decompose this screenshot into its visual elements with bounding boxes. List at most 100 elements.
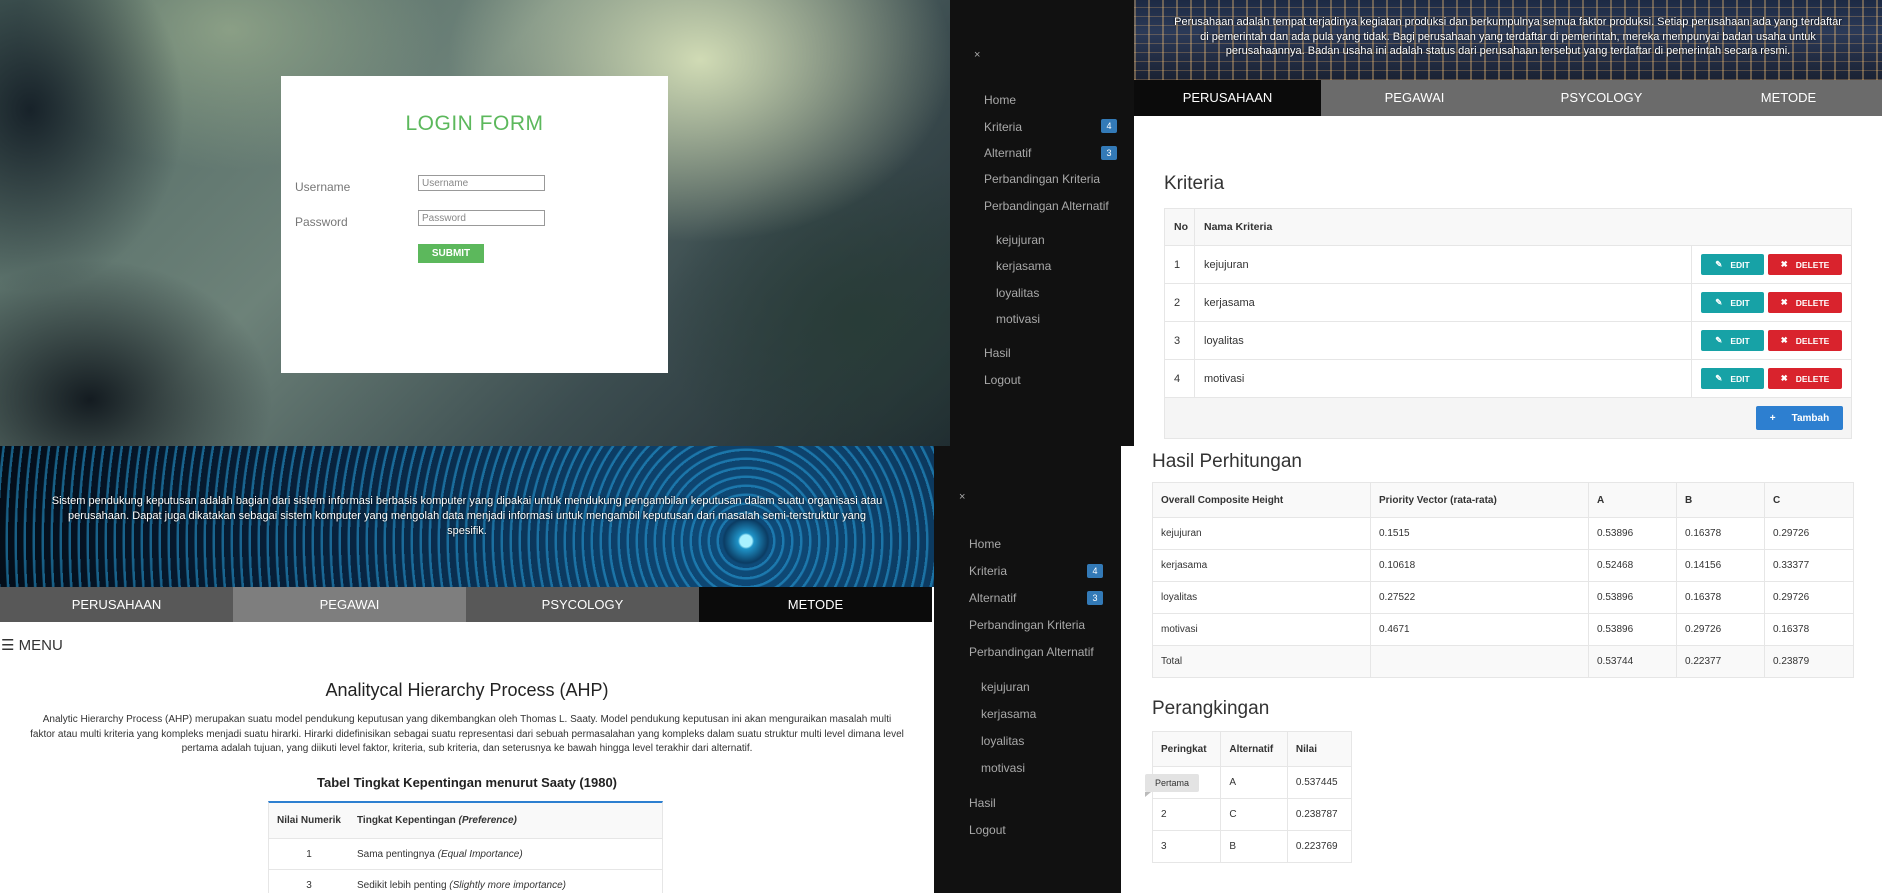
sidebar-sub-kerjasama[interactable]: kerjasama: [996, 259, 1051, 273]
row-no: 2: [1165, 284, 1195, 321]
close-icon: ✖: [1780, 335, 1788, 345]
sidebar-sub-kerjasama[interactable]: kerjasama: [981, 707, 1036, 721]
edit-label: EDIT: [1730, 297, 1750, 308]
col-importance: Tingkat Kepentingan (Preference): [349, 815, 662, 826]
cell-rank: 2: [1151, 798, 1222, 831]
kriteria-table: No Nama Kriteria 1 kejujuran ✎ EDIT ✖ DELE…: [1164, 208, 1852, 439]
row-name: motivasi: [1204, 372, 1245, 385]
cell-b: 0.16378: [1676, 581, 1765, 614]
row-name: kejujuran: [1204, 258, 1249, 271]
close-icon: ✖: [1780, 373, 1788, 383]
sidebar-sub-kejujuran[interactable]: kejujuran: [996, 233, 1045, 247]
edit-label: EDIT: [1730, 259, 1750, 270]
username-input[interactable]: [418, 175, 545, 191]
sidebar: × Home Kriteria 4 Alternatif 3 Perbandin…: [950, 0, 1134, 446]
sidebar-item-logout[interactable]: Logout: [969, 823, 1006, 837]
submit-button[interactable]: SUBMIT: [418, 244, 484, 263]
sidebar-sub-loyalitas[interactable]: loyalitas: [981, 734, 1024, 748]
delete-button[interactable]: ✖ DELETE: [1768, 254, 1842, 275]
cell-pv: 0.10618: [1370, 549, 1589, 582]
hero-text: Sistem pendukung keputusan adalah bagian…: [51, 495, 883, 537]
table-row: Pertama A 0.537445: [1145, 766, 1353, 799]
row-actions: ✎ EDIT ✖ DELETE: [1691, 284, 1851, 321]
delete-button[interactable]: ✖ DELETE: [1768, 330, 1842, 351]
hero-banner: Sistem pendukung keputusan adalah bagian…: [0, 446, 934, 587]
cell-c: 0.33377: [1764, 549, 1854, 582]
sidebar-item-perbandingan-kriteria[interactable]: Perbandingan Kriteria: [969, 618, 1085, 632]
edit-button[interactable]: ✎ EDIT: [1701, 254, 1764, 275]
sidebar-item-logout[interactable]: Logout: [984, 373, 1021, 387]
rank-badge: Pertama: [1145, 773, 1200, 797]
edit-button[interactable]: ✎ EDIT: [1701, 330, 1764, 351]
table-row: motivasi 0.4671 0.53896 0.29726 0.16378: [1152, 613, 1854, 646]
menu-toggle[interactable]: ☰ MENU: [1, 636, 63, 654]
tab-psycology[interactable]: PSYCOLOGY: [1508, 80, 1695, 116]
tab-metode[interactable]: METODE: [1695, 80, 1882, 116]
add-button[interactable]: + Tambah: [1756, 406, 1843, 430]
sidebar-item-home[interactable]: Home: [969, 537, 1001, 551]
sidebar-sub-motivasi[interactable]: motivasi: [996, 312, 1040, 326]
tab-pegawai[interactable]: PEGAWAI: [233, 587, 466, 622]
delete-button[interactable]: ✖ DELETE: [1768, 292, 1842, 313]
hasil-table: Overall Composite Height Priority Vector…: [1152, 482, 1854, 678]
row-label: Sedikit lebih penting (Slightly more imp…: [349, 880, 662, 891]
ranking-title: Perangkingan: [1152, 698, 1270, 719]
edit-label: EDIT: [1730, 373, 1750, 384]
table-header: Overall Composite Height Priority Vector…: [1152, 482, 1854, 518]
col-rank: Peringkat: [1151, 731, 1222, 767]
sidebar-item-perbandingan-alternatif[interactable]: Perbandingan Alternatif: [984, 199, 1109, 213]
row-no: 1: [1165, 246, 1195, 283]
sidebar-item-perbandingan-alternatif[interactable]: Perbandingan Alternatif: [969, 645, 1094, 659]
table-row: 4 motivasi ✎ EDIT ✖ DELETE: [1165, 359, 1851, 397]
ranking-table: Peringkat Alternatif Nilai Pertama A 0.5…: [1145, 731, 1353, 863]
close-icon: ✖: [1780, 297, 1788, 307]
sidebar-item-home[interactable]: Home: [984, 93, 1016, 107]
sidebar-item-alternatif[interactable]: Alternatif: [969, 591, 1016, 605]
table-header: Nilai Numerik Tingkat Kepentingan (Prefe…: [269, 803, 662, 839]
tab-psycology[interactable]: PSYCOLOGY: [466, 587, 699, 622]
sidebar-item-hasil[interactable]: Hasil: [969, 796, 996, 810]
table-row: loyalitas 0.27522 0.53896 0.16378 0.2972…: [1152, 581, 1854, 614]
tab-perusahaan[interactable]: PERUSAHAAN: [0, 587, 233, 622]
sidebar-sub-motivasi[interactable]: motivasi: [981, 761, 1025, 775]
cell-rank: 3: [1151, 830, 1222, 863]
edit-icon: ✎: [1715, 373, 1723, 383]
alternatif-count-badge: 3: [1101, 146, 1117, 160]
row-actions: ✎ EDIT ✖ DELETE: [1691, 360, 1851, 397]
delete-label: DELETE: [1795, 373, 1830, 384]
col-name: Nama Kriteria: [1204, 221, 1273, 233]
close-icon[interactable]: ×: [959, 491, 965, 503]
cell-pv: 0.27522: [1370, 581, 1589, 614]
password-input[interactable]: [418, 210, 545, 226]
edit-button[interactable]: ✎ EDIT: [1701, 368, 1764, 389]
tab-pegawai[interactable]: PEGAWAI: [1321, 80, 1508, 116]
page-title: Kriteria: [1164, 173, 1225, 194]
sidebar-sub-loyalitas[interactable]: loyalitas: [996, 286, 1039, 300]
login-screen: LOGIN FORM Username Password SUBMIT: [0, 0, 950, 446]
cell-c: 0.23879: [1764, 645, 1854, 678]
edit-button[interactable]: ✎ EDIT: [1701, 292, 1764, 313]
sidebar-item-alternatif[interactable]: Alternatif: [984, 146, 1031, 160]
tab-perusahaan[interactable]: PERUSAHAAN: [1134, 80, 1321, 116]
kriteria-count-badge: 4: [1101, 119, 1117, 133]
sidebar-item-kriteria[interactable]: Kriteria: [969, 564, 1007, 578]
page-title: Analitycal Hierarchy Process (AHP): [325, 680, 609, 700]
login-title: LOGIN FORM: [405, 112, 544, 135]
sidebar-sub-kejujuran[interactable]: kejujuran: [981, 680, 1030, 694]
sidebar-item-perbandingan-kriteria[interactable]: Perbandingan Kriteria: [984, 172, 1100, 186]
sidebar-item-kriteria[interactable]: Kriteria: [984, 120, 1022, 134]
edit-icon: ✎: [1715, 259, 1723, 269]
row-no: 4: [1165, 360, 1195, 397]
row-label-text: Sedikit lebih penting: [357, 879, 447, 891]
cell-alt: A: [1220, 766, 1288, 799]
delete-button[interactable]: ✖ DELETE: [1768, 368, 1842, 389]
hero-text: Perusahaan adalah tempat terjadinya kegi…: [1174, 16, 1842, 57]
row-label-text: Sama pentingnya: [357, 848, 435, 860]
sidebar-item-hasil[interactable]: Hasil: [984, 346, 1011, 360]
table-row: kejujuran 0.1515 0.53896 0.16378 0.29726: [1152, 517, 1854, 550]
col-priority-vector: Priority Vector (rata-rata): [1370, 482, 1589, 518]
close-icon[interactable]: ×: [974, 49, 980, 61]
delete-label: DELETE: [1795, 335, 1830, 346]
tab-metode[interactable]: METODE: [699, 587, 932, 622]
cell-c: 0.29726: [1764, 517, 1854, 550]
